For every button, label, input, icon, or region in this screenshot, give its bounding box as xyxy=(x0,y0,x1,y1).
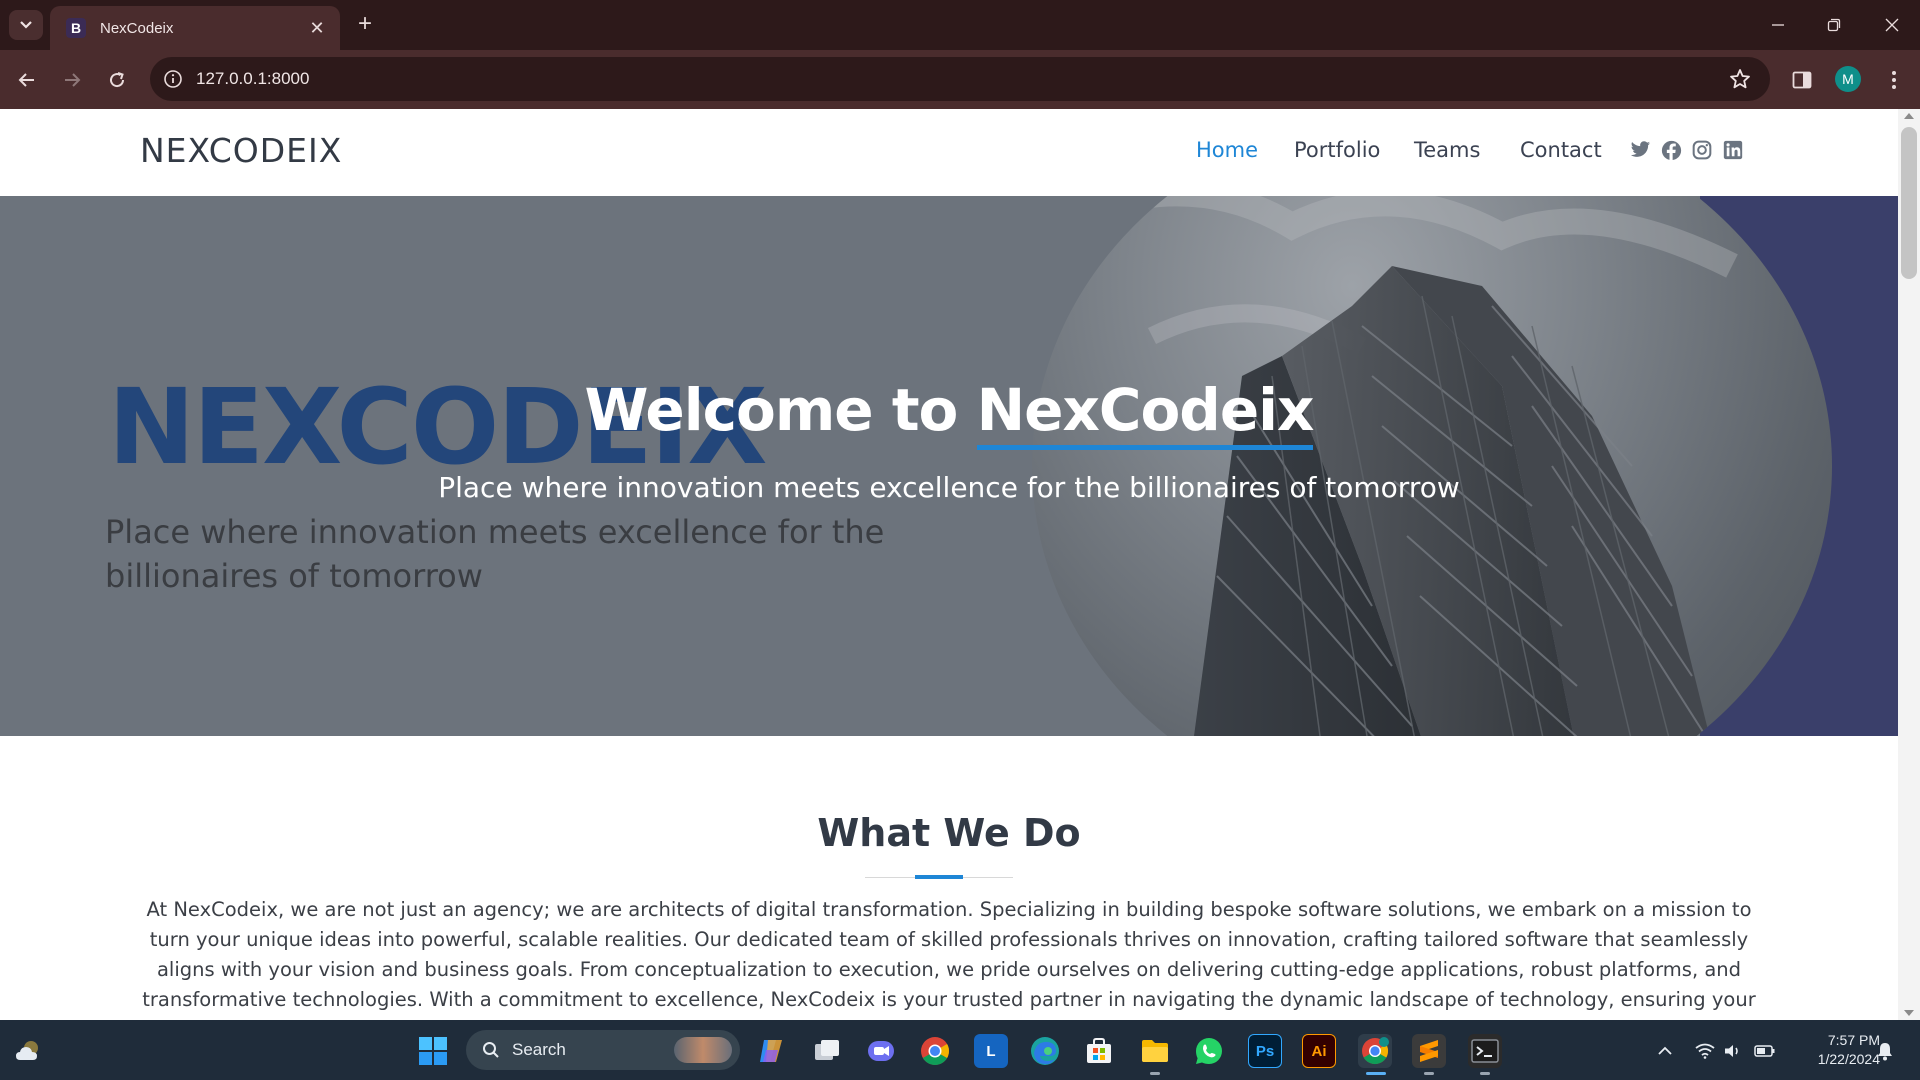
clock-date: 1/22/2024 xyxy=(1817,1051,1880,1067)
bookmark-star-icon[interactable] xyxy=(1726,65,1754,93)
microsoft-store-icon[interactable] xyxy=(1082,1034,1116,1068)
browser-toolbar: 127.0.0.1:8000 M xyxy=(0,50,1920,109)
search-icon xyxy=(480,1039,502,1061)
notification-bell-icon[interactable] xyxy=(1874,1040,1896,1062)
minimize-icon xyxy=(1772,24,1784,26)
taskbar-search-box[interactable]: Search xyxy=(466,1030,740,1070)
clock-time: 7:57 PM xyxy=(1827,1032,1880,1048)
teams-chat-icon[interactable] xyxy=(864,1034,898,1068)
browser-menu-button[interactable] xyxy=(1880,64,1908,96)
site-info-icon[interactable] xyxy=(162,68,184,90)
scroll-down-arrow-icon[interactable] xyxy=(1904,1010,1914,1016)
volume-icon[interactable] xyxy=(1722,1040,1744,1062)
chrome-profile-icon[interactable] xyxy=(1358,1034,1392,1068)
sublime-running-indicator xyxy=(1424,1072,1434,1075)
site-favicon: B xyxy=(66,18,86,38)
scroll-up-arrow-icon[interactable] xyxy=(1904,113,1914,119)
tab-title: NexCodeix xyxy=(100,19,174,37)
file-explorer-icon[interactable] xyxy=(1138,1034,1172,1068)
linkedin-icon[interactable] xyxy=(1722,139,1744,161)
nav-teams-link[interactable]: Teams xyxy=(1414,138,1480,162)
hero-subtitle: Place where innovation meets excellence … xyxy=(438,471,1460,504)
instagram-icon[interactable] xyxy=(1691,139,1713,161)
reload-icon xyxy=(110,72,125,88)
section-body-text: At NexCodeix, we are not just an agency;… xyxy=(142,898,1756,1020)
section-divider-accent xyxy=(915,875,963,879)
windows-start-icon[interactable] xyxy=(418,1036,448,1066)
hero-title-prefix: Welcome to xyxy=(584,376,977,444)
l-app-icon[interactable]: L xyxy=(974,1034,1008,1068)
new-tab-button[interactable]: + xyxy=(352,12,378,38)
taskbar-clock[interactable]: 7:57 PM 1/22/2024 xyxy=(1790,1031,1880,1069)
address-bar[interactable]: 127.0.0.1:8000 xyxy=(150,57,1770,101)
skyscraper-photo xyxy=(1032,196,1832,736)
file-explorer-running-indicator xyxy=(1150,1072,1160,1075)
section-title: What We Do xyxy=(817,811,1081,855)
hero-title: Welcome to NexCodeix xyxy=(0,376,1898,450)
browser-tab[interactable]: B NexCodeix ✕ xyxy=(50,6,340,50)
site-brand-logo[interactable]: NEXCODEIX xyxy=(140,131,342,170)
illustrator-icon[interactable]: Ai xyxy=(1302,1034,1336,1068)
page-viewport: NEXCODEIX Home Portfolio Teams Contact N… xyxy=(0,109,1898,1020)
profile-avatar[interactable]: M xyxy=(1835,66,1861,92)
hero-title-highlight: NexCodeix xyxy=(976,376,1314,450)
nav-portfolio-link[interactable]: Portfolio xyxy=(1294,138,1380,162)
wifi-icon[interactable] xyxy=(1694,1040,1716,1062)
restore-button[interactable] xyxy=(1814,10,1854,40)
reload-button[interactable] xyxy=(101,64,133,96)
arrow-left-icon xyxy=(18,73,34,87)
scrollbar-thumb[interactable] xyxy=(1901,127,1917,279)
facebook-icon[interactable] xyxy=(1660,139,1682,161)
taskbar-search-placeholder: Search xyxy=(512,1040,566,1059)
close-icon xyxy=(1885,18,1899,32)
side-panel-icon xyxy=(1792,71,1812,89)
page-scrollbar[interactable] xyxy=(1898,109,1920,1020)
url-text[interactable]: 127.0.0.1:8000 xyxy=(196,69,1726,89)
tab-search-button[interactable] xyxy=(9,10,43,40)
weather-widget-icon[interactable] xyxy=(14,1036,44,1064)
chevron-down-icon xyxy=(20,21,32,29)
nav-home-link[interactable]: Home xyxy=(1196,138,1258,162)
restore-icon xyxy=(1827,18,1841,32)
forward-button[interactable] xyxy=(56,64,88,96)
copilot-icon[interactable] xyxy=(754,1034,788,1068)
kebab-menu-icon xyxy=(1892,71,1896,89)
nav-contact-link[interactable]: Contact xyxy=(1520,138,1602,162)
search-highlight-image xyxy=(674,1037,732,1063)
back-button[interactable] xyxy=(11,64,43,96)
site-header: NEXCODEIX Home Portfolio Teams Contact xyxy=(0,109,1898,196)
edge-icon[interactable] xyxy=(1028,1034,1062,1068)
task-view-icon[interactable] xyxy=(810,1034,844,1068)
chrome-active-indicator xyxy=(1366,1072,1386,1075)
social-links xyxy=(1629,139,1744,161)
minimize-button[interactable] xyxy=(1758,10,1798,40)
chrome-icon[interactable] xyxy=(918,1034,952,1068)
close-tab-icon[interactable]: ✕ xyxy=(306,18,328,39)
arrow-right-icon xyxy=(65,73,81,87)
side-panel-button[interactable] xyxy=(1786,64,1818,96)
terminal-icon[interactable] xyxy=(1468,1034,1502,1068)
whatsapp-icon[interactable] xyxy=(1192,1034,1226,1068)
close-window-button[interactable] xyxy=(1872,10,1912,40)
hero-banner: NEXCODEIX Place where innovation meets e… xyxy=(0,196,1898,736)
photoshop-icon[interactable]: Ps xyxy=(1248,1034,1282,1068)
chevron-up-icon[interactable] xyxy=(1654,1040,1676,1062)
windows-taskbar: Search L Ps Ai 7:57 PM 1/22/2024 xyxy=(0,1020,1920,1080)
battery-icon[interactable] xyxy=(1754,1040,1776,1062)
sublime-text-icon[interactable] xyxy=(1412,1034,1446,1068)
browser-tab-strip: B NexCodeix ✕ + xyxy=(0,0,1920,50)
terminal-running-indicator xyxy=(1480,1072,1490,1075)
twitter-icon[interactable] xyxy=(1629,139,1651,161)
hero-background-tagline: Place where innovation meets excellence … xyxy=(105,513,885,595)
